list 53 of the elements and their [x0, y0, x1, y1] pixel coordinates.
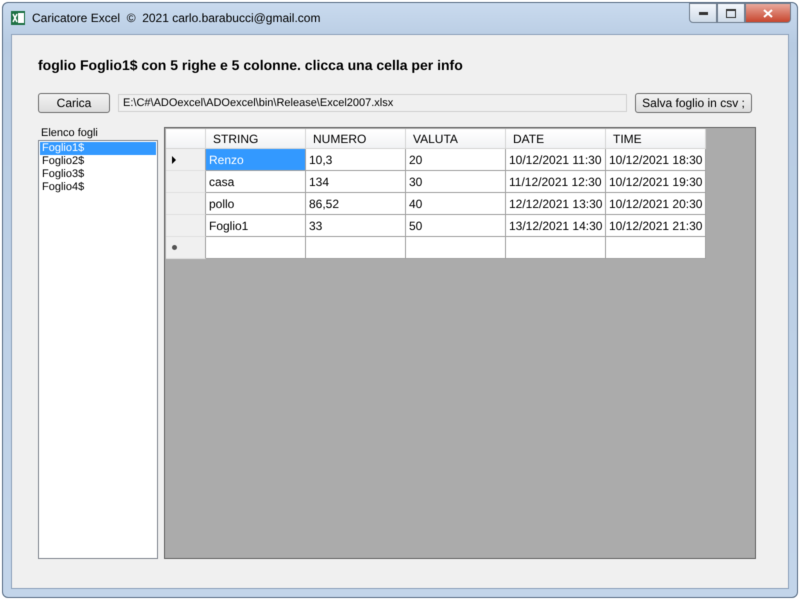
table-cell[interactable]: 13/12/2021 14:30: [506, 215, 606, 237]
table-cell[interactable]: 10/12/2021 18:30: [606, 149, 706, 171]
table-cell[interactable]: 12/12/2021 13:30: [506, 193, 606, 215]
table-cell[interactable]: [206, 237, 306, 259]
row-header[interactable]: [166, 193, 206, 215]
sheet-list-item[interactable]: Foglio3$: [40, 168, 156, 181]
table-cell[interactable]: 10/12/2021 19:30: [606, 171, 706, 193]
table-cell[interactable]: [506, 237, 606, 259]
table-cell[interactable]: [606, 237, 706, 259]
current-row-icon: [172, 156, 176, 164]
table-cell[interactable]: 11/12/2021 12:30: [506, 171, 606, 193]
table-cell[interactable]: 33: [306, 215, 406, 237]
table-cell[interactable]: pollo: [206, 193, 306, 215]
table-cell[interactable]: 86,52: [306, 193, 406, 215]
maximize-button[interactable]: [717, 3, 745, 23]
table-cell[interactable]: casa: [206, 171, 306, 193]
table-cell[interactable]: 50: [406, 215, 506, 237]
minimize-icon: [698, 12, 708, 14]
sheet-list-label: Elenco fogli: [41, 127, 99, 140]
table-cell[interactable]: 10/12/2021 20:30: [606, 193, 706, 215]
row-header[interactable]: [166, 171, 206, 193]
row-header[interactable]: [166, 149, 206, 171]
table-cell[interactable]: 20: [406, 149, 506, 171]
corner-header: [166, 129, 206, 149]
table-cell[interactable]: [306, 237, 406, 259]
table-cell[interactable]: 10/12/2021 11:30: [506, 149, 606, 171]
minimize-button[interactable]: [689, 3, 717, 23]
table-cell[interactable]: 134: [306, 171, 406, 193]
row-header[interactable]: [166, 215, 206, 237]
table-cell[interactable]: 40: [406, 193, 506, 215]
close-icon: [763, 8, 773, 18]
column-header[interactable]: VALUTA: [406, 129, 506, 149]
column-header[interactable]: TIME: [606, 129, 706, 149]
table-cell[interactable]: 30: [406, 171, 506, 193]
table-cell[interactable]: Foglio1: [206, 215, 306, 237]
table-cell[interactable]: 10/12/2021 21:30: [606, 215, 706, 237]
maximize-icon: [726, 8, 736, 18]
column-header[interactable]: STRING: [206, 129, 306, 149]
sheet-info-heading: foglio Foglio1$ con 5 righe e 5 colonne. clicca una cella per info: [38, 57, 464, 75]
file-path-field[interactable]: E:\C#\ADOexcel\ADOexcel\bin\Release\Excel2007.xlsx: [118, 94, 627, 112]
column-header[interactable]: DATE: [506, 129, 606, 149]
close-button[interactable]: [745, 3, 791, 23]
sheet-list-item[interactable]: Foglio2$: [40, 155, 156, 168]
table-cell[interactable]: [406, 237, 506, 259]
spreadsheet-icon: [11, 11, 25, 25]
save-csv-button[interactable]: Salva foglio in csv ;: [635, 93, 752, 113]
column-header[interactable]: NUMERO: [306, 129, 406, 149]
sheet-list-item[interactable]: Foglio4$: [40, 181, 156, 194]
load-button[interactable]: Carica: [38, 93, 110, 113]
table-cell[interactable]: 10,3: [306, 149, 406, 171]
new-row-icon: [172, 245, 177, 250]
window-title: Caricatore Excel © 2021 carlo.barabucci@gmail.com: [32, 11, 322, 25]
row-header[interactable]: [166, 237, 206, 259]
